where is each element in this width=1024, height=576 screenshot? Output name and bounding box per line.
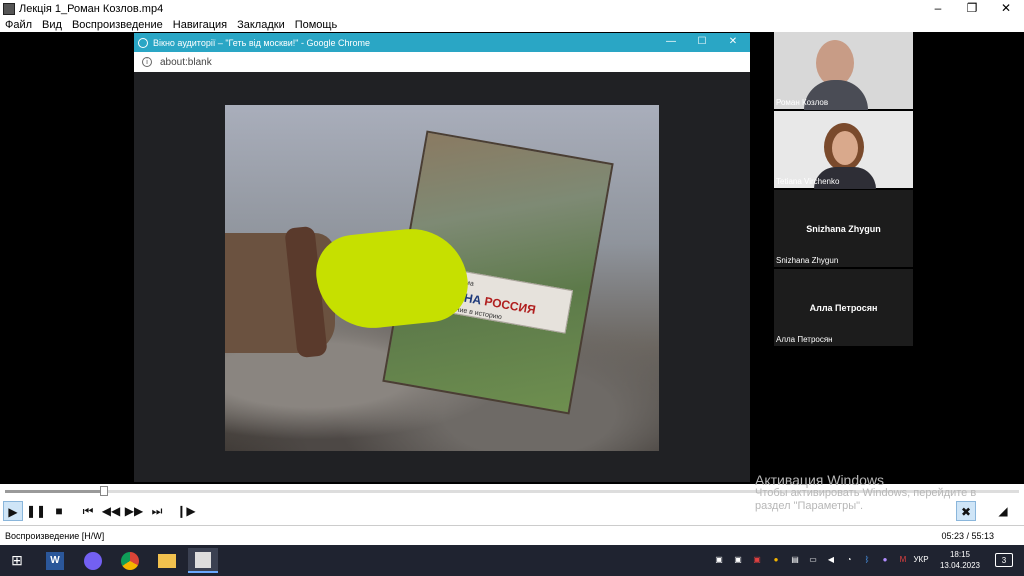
taskbar: ⊞ W ▣ ▣ ▣ ● ▤ ▭ ◀ ◔ ᛒ ● M УКР 18:15 13.0… [0, 545, 1024, 576]
chrome-favicon-icon [138, 37, 148, 48]
tray-app-icon[interactable]: ▣ [750, 553, 764, 567]
watermark-line-1: Чтобы активировать Windows, перейдите в [755, 487, 977, 499]
pause-icon[interactable]: ❚❚ [26, 501, 46, 521]
tray-app-icon[interactable]: ▭ [806, 553, 820, 567]
status-playback: Воспроизведение [H/W] [5, 530, 105, 541]
stop-icon[interactable]: ■ [49, 501, 69, 521]
rewind-icon[interactable]: ◀◀ [101, 501, 121, 521]
tray-app-icon[interactable]: ▣ [731, 553, 745, 567]
bluetooth-icon[interactable]: ᛒ [860, 553, 874, 567]
language-indicator[interactable]: УКР [910, 553, 932, 567]
menu-bar: Файл Вид Воспроизведение Навигация Закла… [0, 17, 1024, 32]
chrome-maximize-button[interactable]: ☐ [687, 33, 717, 52]
menu-help[interactable]: Помощь [295, 19, 338, 31]
participant-name: Snizhana Zhygun [776, 256, 839, 265]
clock-date: 13.04.2023 [939, 561, 981, 570]
seek-progress [5, 490, 105, 493]
chrome-titlebar: Вікно аудиторії – "Геть від москви!" - G… [134, 33, 750, 52]
viber-icon[interactable] [78, 548, 108, 573]
chrome-window-title: Вікно аудиторії – "Геть від москви!" - G… [153, 37, 371, 48]
notification-center-icon[interactable]: 3 [995, 553, 1013, 567]
window-title: Лекція 1_Роман Козлов.mp4 [19, 2, 164, 15]
window-titlebar: Лекція 1_Роман Козлов.mp4 – ❐ ✕ [0, 0, 1024, 17]
participant-name: Роман Козлов [776, 98, 829, 107]
participant-avatar-name: Алла Петросян [809, 303, 878, 313]
fast-forward-icon[interactable]: ▶▶ [124, 501, 144, 521]
participant-name: Tetiana Virchenko [776, 177, 840, 186]
info-icon: i [142, 57, 152, 67]
skip-back-icon[interactable]: ⏮ [78, 501, 98, 521]
chrome-window: Вікно аудиторії – "Геть від москви!" - G… [134, 33, 750, 482]
watermark-title: Активация Windows [755, 472, 885, 488]
word-icon[interactable]: W [40, 548, 70, 573]
minimize-button[interactable]: – [921, 0, 955, 17]
media-player-icon[interactable] [188, 548, 218, 573]
participant-name: Алла Петросян [776, 335, 833, 344]
skip-forward-icon[interactable]: ⏭ [147, 501, 167, 521]
chrome-close-button[interactable]: ✕ [718, 33, 748, 52]
file-explorer-icon[interactable] [152, 548, 182, 573]
chrome-page: Леонид Кучма УКРАИНА РОССИЯ Возвращение … [134, 72, 750, 482]
chrome-url: about:blank [160, 56, 212, 68]
chrome-minimize-button[interactable]: — [656, 33, 686, 52]
chrome-address-bar[interactable]: i about:blank [134, 52, 750, 72]
participant-face [832, 131, 858, 165]
windows-activation-watermark: Активация Windows Чтобы активировать Win… [755, 472, 977, 513]
menu-playback[interactable]: Воспроизведение [72, 19, 163, 31]
volume-icon[interactable]: ◀ [824, 553, 838, 567]
windows-start-icon[interactable]: ⊞ [2, 548, 32, 573]
frame-step-icon[interactable]: ❙▶ [176, 501, 196, 521]
play-icon[interactable]: ▶ [3, 501, 23, 521]
menu-navigation[interactable]: Навигация [173, 19, 227, 31]
participant-tile-snizhana-zhygun: Snizhana Zhygun Snizhana Zhygun [774, 190, 913, 267]
app-icon [3, 2, 15, 15]
status-time: 05:23 / 55:13 [941, 530, 994, 541]
seek-thumb[interactable] [100, 486, 109, 496]
tray-app-icon[interactable]: M [896, 553, 910, 567]
shared-photo: Леонид Кучма УКРАИНА РОССИЯ Возвращение … [225, 105, 659, 451]
menu-view[interactable]: Вид [42, 19, 62, 31]
watermark-line-2: раздел "Параметры". [755, 500, 864, 512]
tray-chrome-icon[interactable]: ● [769, 553, 783, 567]
volume-slider[interactable]: ◢ [986, 501, 1020, 521]
menu-file[interactable]: Файл [5, 19, 32, 31]
tray-app-icon[interactable]: ▤ [788, 553, 802, 567]
clock-time: 18:15 [949, 550, 971, 559]
participant-avatar-name: Snizhana Zhygun [806, 224, 881, 234]
menu-bookmarks[interactable]: Закладки [237, 19, 285, 31]
participant-tile-roman-kozlov: Роман Козлов [774, 32, 913, 110]
taskbar-clock[interactable]: 18:15 13.04.2023 [936, 549, 984, 571]
participant-tile-tetiana-virchenko: Tetiana Virchenko [774, 111, 913, 189]
viber-tray-icon[interactable]: ● [878, 553, 892, 567]
close-button[interactable]: ✕ [989, 0, 1023, 17]
chrome-icon[interactable] [115, 548, 145, 573]
maximize-button[interactable]: ❐ [955, 0, 989, 17]
status-bar: Воспроизведение [H/W] 05:23 / 55:13 [0, 525, 1024, 545]
participant-tile-alla-petrosyan: Алла Петросян Алла Петросян [774, 269, 913, 346]
network-icon[interactable]: ◔ [842, 553, 856, 567]
tray-app-icon[interactable]: ▣ [712, 553, 726, 567]
